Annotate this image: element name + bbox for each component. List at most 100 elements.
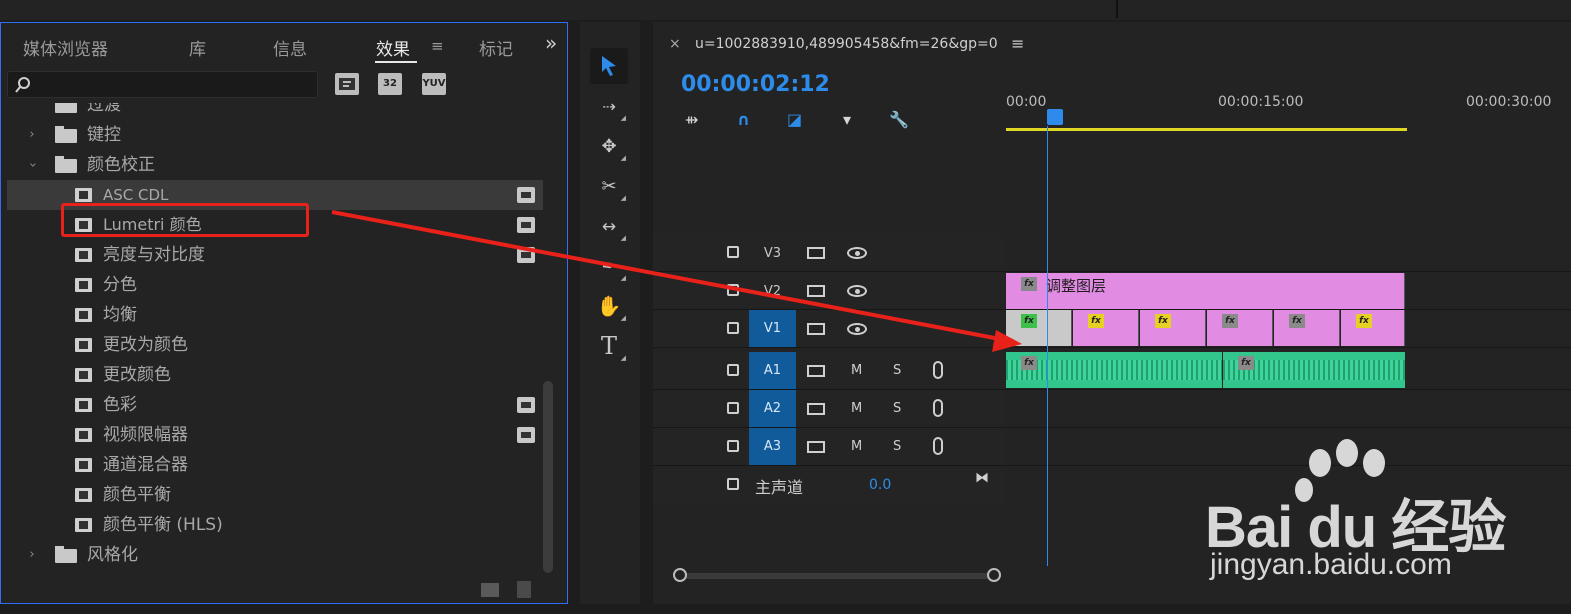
mute-button[interactable]: M <box>851 439 862 454</box>
solo-button[interactable]: S <box>893 439 901 454</box>
master-volume-value[interactable]: 0.0 <box>869 477 891 493</box>
solo-button[interactable]: S <box>893 401 901 416</box>
tree-folder-keying[interactable]: › 键控 <box>7 120 543 150</box>
track-name[interactable]: A1 <box>749 352 796 389</box>
audio-clip[interactable]: fx <box>1006 352 1222 388</box>
sync-lock-icon[interactable] <box>807 285 825 297</box>
add-marker-icon[interactable]: ▾ <box>843 110 851 129</box>
yuv-filter-button[interactable]: YUV <box>422 73 446 95</box>
tree-folder-transitions[interactable]: 过渡 <box>7 103 543 120</box>
razor-tool[interactable]: ✂ ◢ <box>590 168 628 204</box>
playhead-line[interactable] <box>1047 126 1048 566</box>
selection-tool[interactable] <box>590 48 628 84</box>
zoom-handle-left[interactable] <box>673 568 687 582</box>
lock-icon[interactable] <box>727 322 739 334</box>
tree-item-label: 通道混合器 <box>103 455 188 475</box>
pen-tool[interactable]: ✒ ◢ <box>590 248 628 284</box>
lock-icon[interactable] <box>727 402 739 414</box>
search-input[interactable] <box>7 71 318 98</box>
tab-libraries[interactable]: 库 <box>189 35 206 60</box>
eye-icon[interactable] <box>847 323 867 335</box>
tree-effect-equalize[interactable]: 均衡 <box>7 300 543 330</box>
video-clip[interactable]: fx <box>1207 310 1273 346</box>
adjustment-layer-clip[interactable]: fx 调整图层 <box>1006 273 1405 309</box>
tree-effect-change-color[interactable]: 更改颜色 <box>7 360 543 390</box>
eye-icon[interactable] <box>847 285 867 297</box>
go-to-edit-icon[interactable]: ⧓ <box>975 470 989 486</box>
video-clip[interactable]: fx <box>1006 310 1072 346</box>
tree-effect-leave-color[interactable]: 分色 <box>7 270 543 300</box>
audio-clip[interactable]: fx <box>1223 352 1405 388</box>
sync-lock-icon[interactable] <box>807 365 825 377</box>
work-area-bar[interactable] <box>1006 128 1407 131</box>
tab-markers[interactable]: 标记 <box>479 35 515 60</box>
track-select-tool[interactable]: ⇢ ◢ <box>590 88 628 124</box>
playhead-timecode[interactable]: 00:00:02:12 <box>681 72 830 97</box>
tree-effect-tint[interactable]: 色彩 <box>7 390 543 420</box>
eye-icon[interactable] <box>847 247 867 259</box>
zoom-handle-right[interactable] <box>987 568 1001 582</box>
video-clip[interactable]: fx <box>1073 310 1139 346</box>
microphone-icon[interactable] <box>933 399 943 417</box>
tree-effect-channel-mixer[interactable]: 通道混合器 <box>7 450 543 480</box>
video-clip[interactable]: fx <box>1274 310 1340 346</box>
lock-icon[interactable] <box>727 284 739 296</box>
hand-tool[interactable]: ✋ ◢ <box>590 288 628 324</box>
type-tool[interactable]: T ◢ <box>590 328 628 364</box>
accelerated-effects-filter-button[interactable] <box>335 73 359 95</box>
tab-effects[interactable]: 效果 <box>376 35 410 60</box>
tree-effect-change-to-color[interactable]: 更改为颜色 <box>7 330 543 360</box>
track-name[interactable]: V1 <box>749 310 796 347</box>
mute-button[interactable]: M <box>851 363 862 378</box>
lock-icon[interactable] <box>727 364 739 376</box>
solo-button[interactable]: S <box>893 363 901 378</box>
tree-effect-video-limiter[interactable]: 视频限幅器 <box>7 420 543 450</box>
track-a1: A1 M S fx fx <box>653 352 1571 390</box>
video-clip[interactable]: fx <box>1140 310 1206 346</box>
tab-info[interactable]: 信息 <box>273 35 307 60</box>
tree-folder-color-correction[interactable]: › 颜色校正 <box>7 150 543 180</box>
sync-lock-icon[interactable] <box>807 323 825 335</box>
track-header: 主声道 0.0 ⧓ <box>653 466 1005 504</box>
tree-effect-color-balance[interactable]: 颜色平衡 <box>7 480 543 510</box>
settings-wrench-icon[interactable]: 🔧 <box>889 110 909 129</box>
linked-selection-icon[interactable]: ◪ <box>787 110 802 129</box>
track-name[interactable]: V2 <box>749 284 796 299</box>
insert-nest-icon[interactable]: ⇻ <box>685 110 698 129</box>
panel-menu-icon[interactable]: ≡ <box>431 37 444 55</box>
close-sequence-icon[interactable]: × <box>669 36 681 52</box>
32bit-filter-button[interactable]: 32 <box>378 73 402 95</box>
tree-effect-brightness-contrast[interactable]: 亮度与对比度 <box>7 240 543 270</box>
horizontal-zoom-scrollbar[interactable] <box>675 573 997 579</box>
sync-lock-icon[interactable] <box>807 441 825 453</box>
slip-tool[interactable]: ↔ ◢ <box>590 208 628 244</box>
new-folder-icon[interactable] <box>481 583 499 597</box>
track-name[interactable]: A3 <box>749 428 796 465</box>
time-ruler[interactable]: 00:00 00:00:15:00 00:00:30:00 <box>1006 94 1571 138</box>
track-name[interactable]: V3 <box>749 246 796 261</box>
mute-button[interactable]: M <box>851 401 862 416</box>
tree-folder-stylize[interactable]: › 风格化 <box>7 540 543 570</box>
video-clip[interactable]: fx <box>1341 310 1405 346</box>
ripple-edit-tool[interactable]: ✥ ◢ <box>590 128 628 164</box>
sync-lock-icon[interactable] <box>807 247 825 259</box>
sync-lock-icon[interactable] <box>807 403 825 415</box>
microphone-icon[interactable] <box>933 361 943 379</box>
snap-magnet-icon[interactable]: ∩ <box>737 110 750 129</box>
lock-icon[interactable] <box>727 440 739 452</box>
microphone-icon[interactable] <box>933 437 943 455</box>
chevron-right-icon[interactable]: › <box>27 540 37 570</box>
chevron-right-icon[interactable]: › <box>27 120 37 150</box>
sequence-tab-title[interactable]: u=1002883910,489905458&fm=26&gp=0 <box>695 36 998 52</box>
sequence-menu-icon[interactable]: ≡ <box>1011 34 1024 53</box>
lock-icon[interactable] <box>727 478 739 490</box>
vertical-scrollbar[interactable] <box>543 381 553 573</box>
lock-icon[interactable] <box>727 246 739 258</box>
chevron-down-icon[interactable]: › <box>17 160 47 170</box>
trash-icon[interactable] <box>517 581 531 598</box>
playhead-handle[interactable] <box>1047 109 1063 125</box>
more-tabs-icon[interactable]: » <box>545 31 557 55</box>
tree-effect-color-balance-hls[interactable]: 颜色平衡 (HLS) <box>7 510 543 540</box>
tab-media-browser[interactable]: 媒体浏览器 <box>23 35 108 60</box>
track-name[interactable]: A2 <box>749 390 796 427</box>
